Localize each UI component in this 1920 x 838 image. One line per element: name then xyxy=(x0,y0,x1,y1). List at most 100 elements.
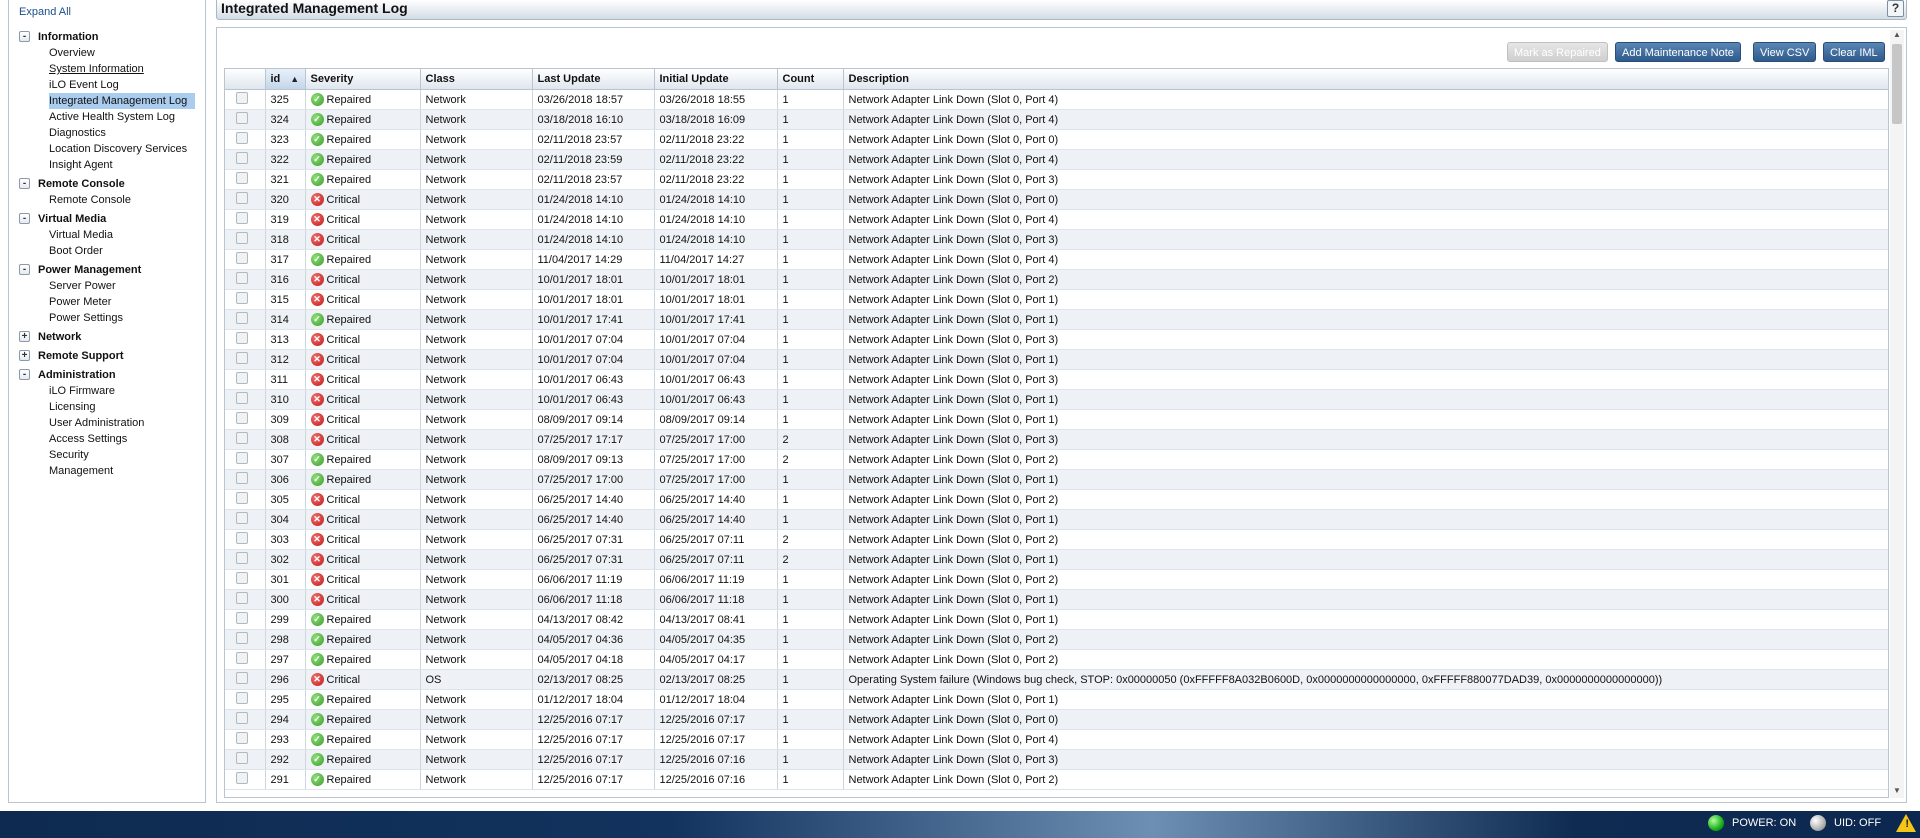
row-select-checkbox[interactable] xyxy=(236,472,248,484)
sidebar-item-active-health-system-log[interactable]: Active Health System Log xyxy=(9,109,205,125)
sidebar-section-network[interactable]: + Network xyxy=(9,328,205,345)
table-row[interactable]: 311 ✕ Critical Network 10/01/2017 06:43 10/01… xyxy=(225,369,1888,390)
table-row[interactable]: 292 ✓ Repaired Network 12/25/2016 07:17 12/25… xyxy=(225,749,1888,770)
table-row[interactable]: 324 ✓ Repaired Network 03/18/2018 16:10 03/18… xyxy=(225,109,1888,130)
row-select-checkbox[interactable] xyxy=(236,292,248,304)
table-row[interactable]: 321 ✓ Repaired Network 02/11/2018 23:57 02/11… xyxy=(225,169,1888,190)
sidebar-section-virtual-media[interactable]: - Virtual Media xyxy=(9,210,205,227)
expand-icon[interactable]: + xyxy=(19,350,30,361)
table-row[interactable]: 323 ✓ Repaired Network 02/11/2018 23:57 02/11… xyxy=(225,129,1888,150)
row-select-checkbox[interactable] xyxy=(236,492,248,504)
row-select-checkbox[interactable] xyxy=(236,372,248,384)
table-row[interactable]: 308 ✕ Critical Network 07/25/2017 17:17 07/25… xyxy=(225,429,1888,450)
sidebar-item-server-power[interactable]: Server Power xyxy=(9,278,205,294)
table-row[interactable]: 309 ✕ Critical Network 08/09/2017 09:14 08/09… xyxy=(225,409,1888,430)
row-select-checkbox[interactable] xyxy=(236,612,248,624)
table-row[interactable]: 300 ✕ Critical Network 06/06/2017 11:18 06/06… xyxy=(225,589,1888,610)
table-row[interactable]: 325 ✓ Repaired Network 03/26/2018 18:57 03/26… xyxy=(225,89,1888,110)
sidebar-item-ilo-event-log[interactable]: iLO Event Log xyxy=(9,77,205,93)
sidebar-item-integrated-management-log[interactable]: Integrated Management Log xyxy=(49,93,195,109)
sidebar-item-boot-order[interactable]: Boot Order xyxy=(9,243,205,259)
row-select-checkbox[interactable] xyxy=(236,692,248,704)
sidebar-item-location-discovery-services[interactable]: Location Discovery Services xyxy=(9,141,205,157)
table-row[interactable]: 298 ✓ Repaired Network 04/05/2017 04:36 04/05… xyxy=(225,629,1888,650)
row-select-checkbox[interactable] xyxy=(236,352,248,364)
row-select-checkbox[interactable] xyxy=(236,452,248,464)
expand-icon[interactable]: + xyxy=(19,331,30,342)
sidebar-section-administration[interactable]: - Administration xyxy=(9,366,205,383)
column-header-initial-update[interactable]: Initial Update xyxy=(654,69,778,90)
column-header-severity[interactable]: Severity xyxy=(305,69,421,90)
column-header-count[interactable]: Count xyxy=(777,69,844,90)
expand-all-link[interactable]: Expand All xyxy=(19,6,71,18)
row-select-checkbox[interactable] xyxy=(236,272,248,284)
sidebar-item-ilo-firmware[interactable]: iLO Firmware xyxy=(9,383,205,399)
table-row[interactable]: 294 ✓ Repaired Network 12/25/2016 07:17 12/25… xyxy=(225,709,1888,730)
column-header-id[interactable]: id ▲ xyxy=(265,69,306,90)
clear-iml-button[interactable]: Clear IML xyxy=(1823,42,1885,62)
table-row[interactable]: 319 ✕ Critical Network 01/24/2018 14:10 01/24… xyxy=(225,209,1888,230)
table-row[interactable]: 320 ✕ Critical Network 01/24/2018 14:10 01/24… xyxy=(225,189,1888,210)
row-select-checkbox[interactable] xyxy=(236,772,248,784)
uid-status[interactable]: UID: OFF xyxy=(1810,815,1881,831)
row-select-checkbox[interactable] xyxy=(236,392,248,404)
mark-as-repaired-button[interactable]: Mark as Repaired xyxy=(1507,42,1608,62)
collapse-icon[interactable]: - xyxy=(19,31,30,42)
sidebar-item-virtual-media[interactable]: Virtual Media xyxy=(9,227,205,243)
table-row[interactable]: 302 ✕ Critical Network 06/25/2017 07:31 06/25… xyxy=(225,549,1888,570)
sidebar-item-insight-agent[interactable]: Insight Agent xyxy=(9,157,205,173)
sidebar-item-overview[interactable]: Overview xyxy=(9,45,205,61)
row-select-checkbox[interactable] xyxy=(236,532,248,544)
sidebar-section-information[interactable]: - Information xyxy=(9,28,205,45)
scroll-up-icon[interactable]: ▲ xyxy=(1890,30,1904,42)
column-header-description[interactable]: Description xyxy=(843,69,1888,90)
sidebar-item-power-settings[interactable]: Power Settings xyxy=(9,310,205,326)
row-select-checkbox[interactable] xyxy=(236,512,248,524)
sidebar-item-licensing[interactable]: Licensing xyxy=(9,399,205,415)
collapse-icon[interactable]: - xyxy=(19,369,30,380)
row-select-checkbox[interactable] xyxy=(236,192,248,204)
table-row[interactable]: 296 ✕ Critical OS 02/13/2017 08:25 02/13/2017… xyxy=(225,669,1888,690)
collapse-icon[interactable]: - xyxy=(19,178,30,189)
sidebar-item-power-meter[interactable]: Power Meter xyxy=(9,294,205,310)
table-row[interactable]: 313 ✕ Critical Network 10/01/2017 07:04 10/01… xyxy=(225,329,1888,350)
table-row[interactable]: 322 ✓ Repaired Network 02/11/2018 23:59 02/11… xyxy=(225,149,1888,170)
sidebar-item-remote-console[interactable]: Remote Console xyxy=(9,192,205,208)
table-row[interactable]: 297 ✓ Repaired Network 04/05/2017 04:18 04/05… xyxy=(225,649,1888,670)
row-select-checkbox[interactable] xyxy=(236,592,248,604)
row-select-checkbox[interactable] xyxy=(236,732,248,744)
sidebar-item-management[interactable]: Management xyxy=(9,463,205,479)
row-select-checkbox[interactable] xyxy=(236,712,248,724)
add-maintenance-note-button[interactable]: Add Maintenance Note xyxy=(1615,42,1741,62)
table-row[interactable]: 318 ✕ Critical Network 01/24/2018 14:10 01/24… xyxy=(225,229,1888,250)
row-select-checkbox[interactable] xyxy=(236,672,248,684)
row-select-checkbox[interactable] xyxy=(236,552,248,564)
table-row[interactable]: 305 ✕ Critical Network 06/25/2017 14:40 06/25… xyxy=(225,489,1888,510)
row-select-checkbox[interactable] xyxy=(236,172,248,184)
table-row[interactable]: 291 ✓ Repaired Network 12/25/2016 07:17 12/25… xyxy=(225,769,1888,790)
collapse-icon[interactable]: - xyxy=(19,264,30,275)
sidebar-item-user-administration[interactable]: User Administration xyxy=(9,415,205,431)
row-select-checkbox[interactable] xyxy=(236,132,248,144)
table-row[interactable]: 314 ✓ Repaired Network 10/01/2017 17:41 10/01… xyxy=(225,309,1888,330)
table-row[interactable]: 295 ✓ Repaired Network 01/12/2017 18:04 01/12… xyxy=(225,689,1888,710)
row-select-checkbox[interactable] xyxy=(236,752,248,764)
sidebar-item-system-information[interactable]: System Information xyxy=(9,61,205,77)
table-row[interactable]: 316 ✕ Critical Network 10/01/2017 18:01 10/01… xyxy=(225,269,1888,290)
row-select-checkbox[interactable] xyxy=(236,572,248,584)
table-row[interactable]: 310 ✕ Critical Network 10/01/2017 06:43 10/01… xyxy=(225,389,1888,410)
table-row[interactable]: 293 ✓ Repaired Network 12/25/2016 07:17 12/25… xyxy=(225,729,1888,750)
sidebar-section-remote-support[interactable]: + Remote Support xyxy=(9,347,205,364)
row-select-checkbox[interactable] xyxy=(236,232,248,244)
view-csv-button[interactable]: View CSV xyxy=(1753,42,1817,62)
row-select-checkbox[interactable] xyxy=(236,252,248,264)
collapse-icon[interactable]: - xyxy=(19,213,30,224)
sidebar-section-power-management[interactable]: - Power Management xyxy=(9,261,205,278)
scroll-thumb[interactable] xyxy=(1892,44,1902,124)
row-select-checkbox[interactable] xyxy=(236,632,248,644)
table-row[interactable]: 299 ✓ Repaired Network 04/13/2017 08:42 04/13… xyxy=(225,609,1888,630)
row-select-checkbox[interactable] xyxy=(236,412,248,424)
column-header-last-update[interactable]: Last Update xyxy=(532,69,655,90)
row-select-checkbox[interactable] xyxy=(236,92,248,104)
row-select-checkbox[interactable] xyxy=(236,152,248,164)
